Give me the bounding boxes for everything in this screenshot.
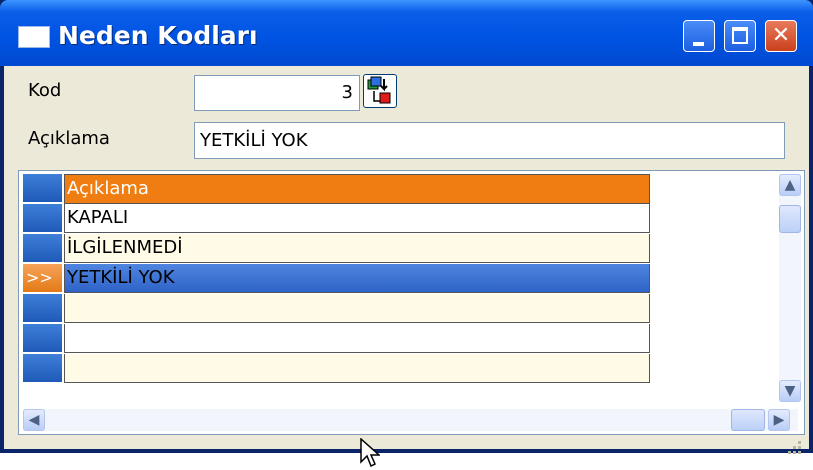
scroll-left-button[interactable]: ◀	[23, 409, 45, 431]
title-bar[interactable]: Neden Kodları ✕	[0, 0, 813, 66]
scroll-right-button[interactable]: ▶	[768, 409, 790, 431]
row-indicator[interactable]	[23, 204, 62, 233]
window: Neden Kodları ✕ Kod 3 Açıklama YETKİLİ Y…	[0, 0, 813, 468]
table-cell[interactable]: YETKİLİ YOK	[64, 264, 650, 293]
table-row[interactable]	[23, 324, 650, 354]
scroll-up-button[interactable]: ▲	[779, 174, 801, 196]
reason-grid: Açıklama KAPALI İLGİLENMEDİ >> YETKİLİ Y…	[18, 170, 805, 435]
maximize-button[interactable]	[724, 20, 756, 52]
horizontal-scrollbar[interactable]: ◀ ▶	[23, 409, 798, 431]
table-row-selected[interactable]: >> YETKİLİ YOK	[23, 264, 650, 294]
row-indicator[interactable]	[23, 354, 62, 383]
window-client-area: Kod 3 Açıklama YETKİLİ YOK Açıklama KAPA…	[4, 66, 809, 468]
grid-body: Açıklama KAPALI İLGİLENMEDİ >> YETKİLİ Y…	[23, 174, 650, 384]
row-indicator[interactable]	[23, 324, 62, 353]
column-header-aciklama[interactable]: Açıklama	[64, 174, 650, 204]
aciklama-field[interactable]: YETKİLİ YOK	[194, 122, 785, 159]
table-cell[interactable]: KAPALI	[64, 204, 650, 233]
table-cell[interactable]	[64, 354, 650, 383]
table-cell[interactable]: İLGİLENMEDİ	[64, 234, 650, 263]
table-row[interactable]	[23, 294, 650, 324]
mouse-cursor-icon	[360, 438, 380, 468]
scroll-down-button[interactable]: ▼	[779, 380, 801, 402]
kod-field[interactable]: 3	[194, 75, 360, 111]
chevron-left-icon: ◀	[28, 412, 40, 428]
row-indicator[interactable]	[23, 174, 62, 203]
row-indicator[interactable]	[23, 294, 62, 323]
maximize-icon	[732, 27, 748, 44]
chevron-right-icon: ▶	[773, 412, 785, 428]
chevron-down-icon: ▼	[784, 383, 796, 399]
chevron-up-icon: ▲	[784, 177, 796, 193]
table-cell[interactable]	[64, 294, 650, 323]
vertical-scroll-thumb[interactable]	[779, 205, 801, 233]
horizontal-scroll-thumb[interactable]	[731, 409, 765, 431]
window-app-icon	[18, 26, 50, 48]
row-indicator[interactable]	[23, 234, 62, 263]
table-row[interactable]	[23, 354, 650, 384]
lookup-icon	[367, 76, 391, 104]
table-row[interactable]: İLGİLENMEDİ	[23, 234, 650, 264]
table-row[interactable]: KAPALI	[23, 204, 650, 234]
vertical-scrollbar[interactable]: ▲ ▼	[779, 174, 801, 402]
minimize-icon	[693, 42, 704, 46]
aciklama-label: Açıklama	[28, 128, 110, 149]
kod-label: Kod	[28, 80, 62, 101]
grid-header-row: Açıklama	[23, 174, 650, 204]
resize-grip-icon[interactable]	[785, 438, 803, 456]
table-cell[interactable]	[64, 324, 650, 353]
close-button[interactable]: ✕	[765, 20, 797, 52]
current-row-indicator[interactable]: >>	[23, 264, 62, 293]
lookup-button[interactable]	[363, 74, 397, 108]
minimize-button[interactable]	[683, 20, 715, 52]
close-icon: ✕	[771, 23, 791, 48]
window-title: Neden Kodları	[58, 21, 258, 50]
